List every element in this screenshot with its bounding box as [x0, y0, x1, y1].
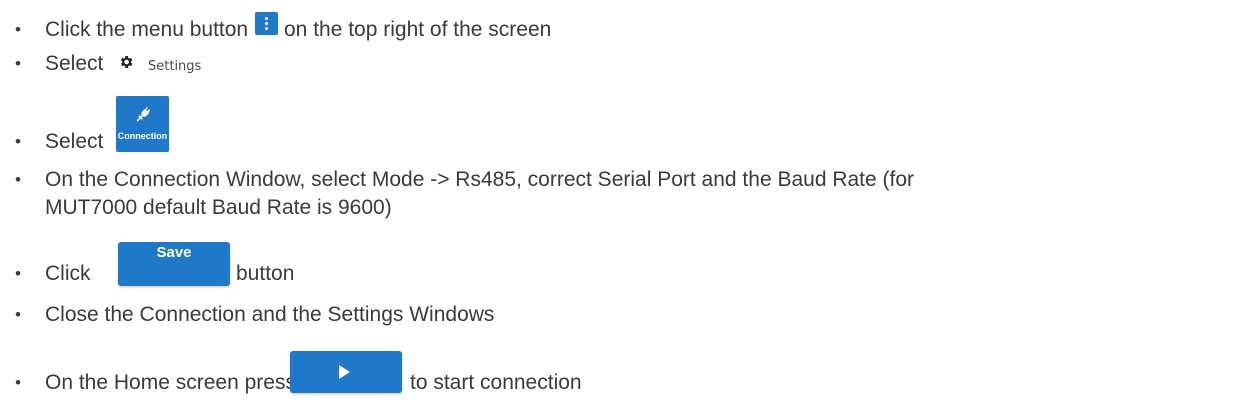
step-7-text-before: On the Home screen press — [45, 371, 296, 394]
step-7-start: • On the Home screen press to start conn… — [0, 351, 1235, 397]
step-4-line-2: MUT7000 default Baud Rate is 9600) — [45, 196, 392, 219]
step-1-menu: • Click the menu button on the top right… — [0, 12, 1235, 44]
step-1-text-before: Click the menu button — [45, 18, 249, 41]
bullet: • — [15, 170, 21, 189]
plug-icon — [136, 106, 151, 122]
step-2-settings: • Select Settings — [0, 52, 1235, 78]
step-5-text-after: button — [236, 262, 295, 285]
step-5-save: • Click Save button — [0, 242, 1235, 288]
play-icon — [339, 365, 350, 379]
play-button — [290, 351, 402, 393]
step-7-text-after: to start connection — [410, 371, 582, 394]
step-6-close: • Close the Connection and the Settings … — [0, 303, 1235, 329]
bullet: • — [15, 373, 21, 392]
connection-button-icon: Connection — [116, 96, 169, 152]
bullet: • — [15, 305, 21, 324]
bullet: • — [15, 20, 21, 39]
step-3-connection: • Select Connection — [0, 96, 1235, 158]
step-3-text: Select — [45, 130, 104, 153]
kebab-menu-icon — [255, 12, 278, 35]
settings-label: Settings — [148, 59, 202, 74]
step-2-text: Select — [45, 52, 104, 75]
step-5-text-before: Click — [45, 262, 91, 285]
connection-label: Connection — [117, 131, 168, 141]
bullet: • — [15, 264, 21, 283]
step-6-text: Close the Connection and the Settings Wi… — [45, 303, 495, 326]
step-1-text-after: on the top right of the screen — [284, 18, 552, 41]
step-4-line-1: On the Connection Window, select Mode ->… — [45, 168, 915, 191]
bullet: • — [15, 54, 21, 73]
bullet: • — [15, 132, 21, 151]
gear-icon — [120, 56, 133, 68]
step-4-connection-window: • On the Connection Window, select Mode … — [0, 168, 1235, 222]
save-button: Save — [118, 242, 230, 286]
